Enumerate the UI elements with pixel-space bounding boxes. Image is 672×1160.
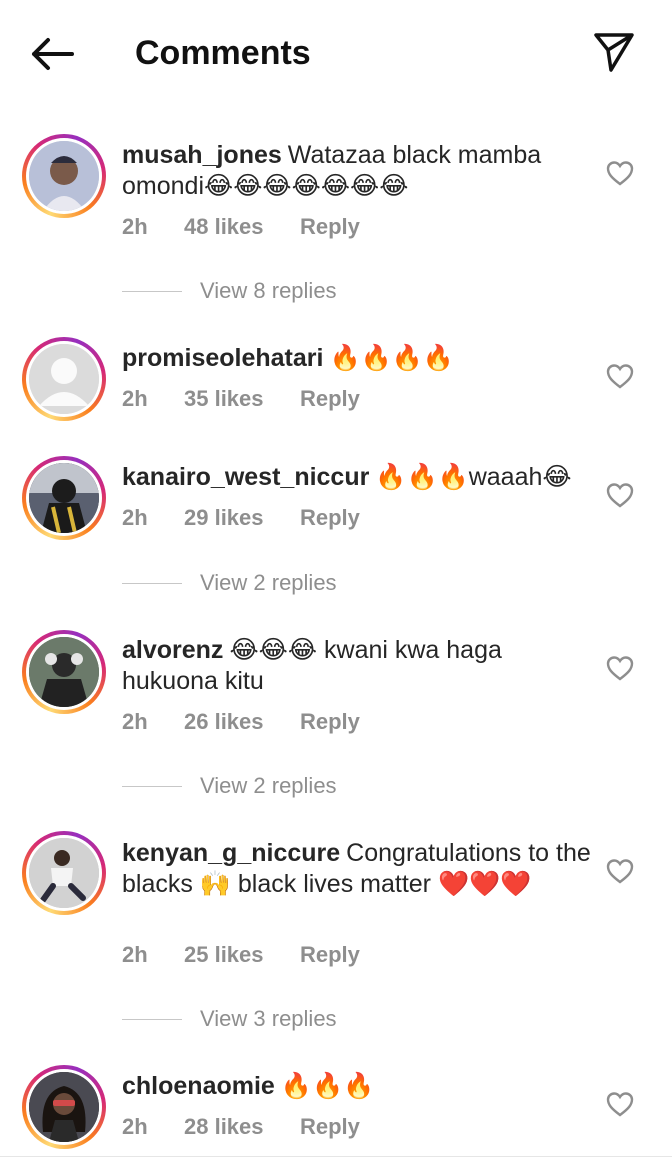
view-replies-button[interactable]: View 8 replies	[122, 278, 337, 304]
comment-meta: 2h 25 likes Reply	[122, 942, 360, 968]
comment-likes[interactable]: 48 likes	[184, 214, 300, 240]
reply-button[interactable]: Reply	[300, 505, 360, 531]
avatar[interactable]	[22, 134, 106, 218]
comment-time: 2h	[122, 386, 148, 411]
comment-likes[interactable]: 28 likes	[184, 1114, 300, 1140]
divider	[122, 290, 182, 292]
reply-button[interactable]: Reply	[300, 386, 360, 412]
avatar[interactable]	[22, 831, 106, 915]
view-replies-button[interactable]: View 2 replies	[122, 570, 337, 596]
divider	[122, 582, 182, 584]
comment-time: 2h	[122, 942, 148, 967]
comment-likes[interactable]: 35 likes	[184, 386, 300, 412]
heart-outline-icon[interactable]	[604, 157, 636, 189]
comment-likes[interactable]: 29 likes	[184, 505, 300, 531]
comment-time: 2h	[122, 505, 148, 530]
send-icon	[594, 33, 634, 72]
comment-meta: 2h 29 likes Reply	[122, 505, 360, 531]
view-replies-button[interactable]: View 3 replies	[122, 1006, 337, 1032]
avatar[interactable]	[22, 337, 106, 421]
comment-username[interactable]: chloenaomie	[122, 1072, 275, 1100]
comment-username[interactable]: kenyan_g_niccure	[122, 839, 340, 867]
comment-username[interactable]: alvorenz	[122, 636, 223, 664]
heart-outline-icon[interactable]	[604, 652, 636, 684]
heart-outline-icon[interactable]	[604, 1088, 636, 1120]
comment-likes[interactable]: 26 likes	[184, 709, 300, 735]
divider	[122, 1018, 182, 1020]
comment-body: 🔥🔥🔥waaah😂	[375, 463, 572, 491]
view-replies-label: View 2 replies	[200, 570, 337, 595]
back-button[interactable]	[24, 28, 80, 80]
comment-username[interactable]: promiseolehatari	[122, 344, 323, 372]
view-replies-label: View 2 replies	[200, 773, 337, 798]
comment-body: 🔥🔥🔥🔥	[329, 344, 454, 372]
comment-time: 2h	[122, 214, 148, 239]
comment-meta: 2h 35 likes Reply	[122, 386, 360, 412]
comment-text: musah_jones Watazaa black mamba omondi😂😂😂…	[122, 140, 592, 202]
comment-username[interactable]: kanairo_west_niccur	[122, 463, 369, 491]
arrow-left-icon	[32, 38, 74, 70]
comment-likes[interactable]: 25 likes	[184, 942, 300, 968]
header: Comments	[0, 0, 672, 104]
reply-button[interactable]: Reply	[300, 942, 360, 968]
avatar[interactable]	[22, 1065, 106, 1149]
comment-meta: 2h 28 likes Reply	[122, 1114, 360, 1140]
comment-text: kenyan_g_niccure Congratulations to the b…	[122, 838, 592, 900]
comment-text: kanairo_west_niccur 🔥🔥🔥waaah😂	[122, 462, 592, 493]
avatar[interactable]	[22, 456, 106, 540]
view-replies-button[interactable]: View 2 replies	[122, 773, 337, 799]
heart-outline-icon[interactable]	[604, 360, 636, 392]
comment-text: alvorenz 😂😂😂 kwani kwa haga hukuona kitu	[122, 635, 592, 697]
reply-button[interactable]: Reply	[300, 709, 360, 735]
page-title: Comments	[135, 34, 311, 72]
view-replies-label: View 8 replies	[200, 278, 337, 303]
comment-body: 🔥🔥🔥	[280, 1072, 375, 1100]
divider	[122, 785, 182, 787]
view-replies-label: View 3 replies	[200, 1006, 337, 1031]
heart-outline-icon[interactable]	[604, 855, 636, 887]
divider	[0, 1156, 672, 1157]
comment-text: chloenaomie 🔥🔥🔥	[122, 1071, 592, 1102]
share-button[interactable]	[586, 24, 642, 80]
comment-username[interactable]: musah_jones	[122, 141, 282, 169]
comment-meta: 2h 48 likes Reply	[122, 214, 360, 240]
comment-time: 2h	[122, 709, 148, 734]
comment-time: 2h	[122, 1114, 148, 1139]
avatar[interactable]	[22, 630, 106, 714]
comment-meta: 2h 26 likes Reply	[122, 709, 360, 735]
heart-outline-icon[interactable]	[604, 479, 636, 511]
comment-text: promiseolehatari 🔥🔥🔥🔥	[122, 343, 592, 374]
reply-button[interactable]: Reply	[300, 1114, 360, 1140]
reply-button[interactable]: Reply	[300, 214, 360, 240]
